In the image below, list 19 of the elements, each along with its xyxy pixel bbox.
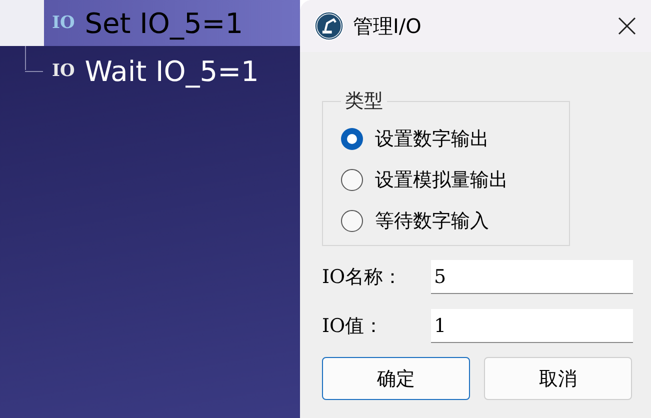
robot-arm-icon: [314, 11, 344, 41]
io-icon: IO: [52, 13, 75, 33]
radio-option[interactable]: 设置模拟量输出: [341, 159, 553, 200]
radio-option[interactable]: 设置数字输出: [341, 118, 553, 159]
input-field[interactable]: 1: [431, 309, 633, 343]
radio-button[interactable]: [341, 128, 363, 150]
field-label: IO值：: [322, 314, 384, 339]
radio-button[interactable]: [341, 168, 363, 190]
group-title: 类型: [344, 89, 384, 114]
dialog-title: 管理I/O: [353, 12, 422, 40]
radio-button[interactable]: [341, 210, 363, 232]
radio-option[interactable]: 等待数字输入: [341, 200, 553, 241]
tree-item[interactable]: IO Wait IO_5=1: [0, 48, 300, 94]
field-label: IO名称：: [322, 265, 404, 290]
input-field[interactable]: 5: [431, 260, 633, 294]
io-icon: IO: [52, 61, 75, 81]
close-icon[interactable]: [617, 16, 637, 36]
ok-button[interactable]: 确定: [322, 357, 470, 400]
cancel-button[interactable]: 取消: [484, 357, 632, 400]
